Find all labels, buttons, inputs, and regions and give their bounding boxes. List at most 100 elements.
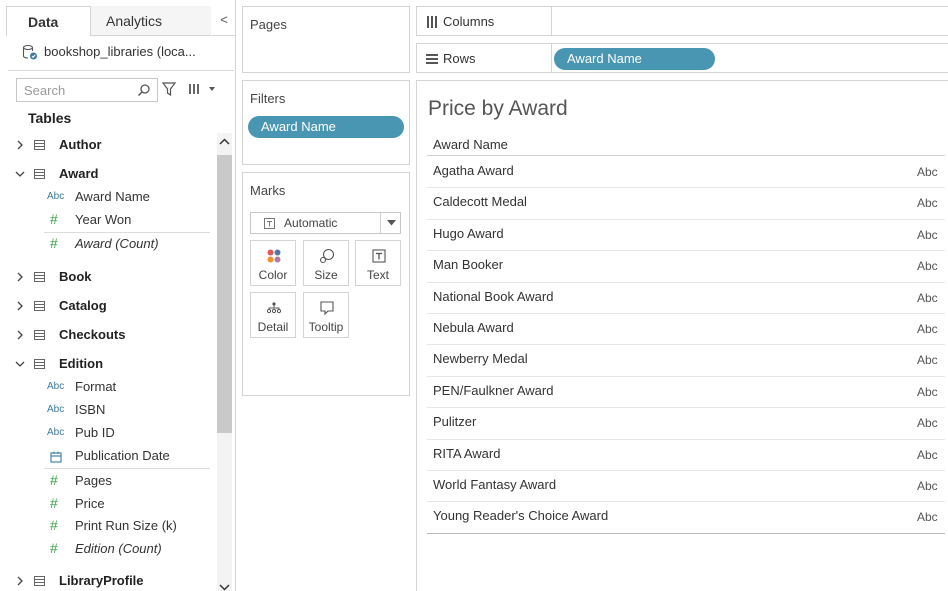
mark-button-label: Size	[314, 268, 338, 282]
rows-shelf[interactable]: Award Name	[552, 43, 948, 73]
table-edition[interactable]: Edition	[0, 354, 215, 376]
field-label: Format	[75, 379, 117, 394]
string-type-icon: Abc	[47, 191, 65, 202]
award-name-cell[interactable]: World Fantasy Award	[433, 477, 556, 492]
award-name-cell[interactable]: Pulitzer	[433, 414, 476, 429]
scroll-down-icon[interactable]	[219, 583, 230, 591]
rows-shelf-label: Rows	[416, 43, 552, 73]
rows-pill-award-name[interactable]: Award Name	[554, 48, 715, 70]
award-name-cell[interactable]: Young Reader's Choice Award	[433, 508, 608, 523]
field-print-run-size[interactable]: # Print Run Size (k)	[0, 516, 215, 538]
mark-type-label: Automatic	[284, 216, 338, 230]
scrollbar[interactable]	[217, 133, 232, 591]
field-label: Award Name	[75, 189, 150, 204]
size-button[interactable]: Size	[303, 240, 349, 286]
abc-placeholder: Abc	[917, 290, 938, 305]
search-input[interactable]: Search	[16, 78, 158, 102]
tooltip-button[interactable]: Tooltip	[303, 292, 349, 338]
tab-analytics[interactable]: Analytics	[91, 6, 211, 36]
abc-placeholder: Abc	[917, 510, 938, 525]
mark-button-label: Detail	[257, 320, 289, 334]
detail-button[interactable]: Detail	[250, 292, 296, 338]
field-award-name[interactable]: Abc Award Name	[0, 187, 215, 209]
number-type-icon: #	[50, 517, 58, 533]
field-label: Print Run Size (k)	[75, 518, 177, 533]
table-catalog[interactable]: Catalog	[0, 296, 215, 318]
pane-tabs: Data Analytics <	[0, 6, 236, 36]
collapse-pane-button[interactable]: <	[212, 6, 236, 36]
color-button[interactable]: Color	[250, 240, 296, 286]
table-label: Edition	[59, 356, 104, 371]
table-author[interactable]: Author	[0, 135, 215, 157]
table-icon	[34, 576, 45, 586]
tab-data[interactable]: Data	[6, 6, 91, 36]
columns-shelf[interactable]	[552, 6, 948, 36]
award-name-cell[interactable]: National Book Award	[433, 289, 553, 304]
number-type-icon: #	[50, 235, 58, 251]
table-libraryprofile[interactable]: LibraryProfile	[0, 571, 215, 591]
abc-placeholder: Abc	[917, 322, 938, 336]
award-name-cell[interactable]: Caldecott Medal	[433, 194, 527, 209]
award-name-cell[interactable]: RITA Award	[433, 446, 500, 461]
table-label: Checkouts	[59, 327, 126, 342]
field-label: Award (Count)	[75, 236, 159, 251]
field-label: Publication Date	[75, 448, 170, 463]
field-pub-id[interactable]: Abc Pub ID	[0, 423, 215, 445]
chevron-right-icon[interactable]	[14, 138, 26, 152]
abc-placeholder: Abc	[917, 165, 938, 179]
divider	[44, 232, 210, 233]
field-format[interactable]: Abc Format	[0, 377, 215, 399]
row-divider	[427, 407, 945, 409]
row-divider	[427, 375, 945, 377]
search-placeholder: Search	[24, 83, 66, 98]
award-name-cell[interactable]: PEN/Faulkner Award	[433, 383, 553, 398]
scroll-up-icon[interactable]	[219, 137, 230, 147]
field-year-won[interactable]: # Year Won	[0, 210, 215, 232]
rows-icon	[426, 54, 438, 64]
filters-card[interactable]: Filters Award Name	[242, 80, 410, 165]
chevron-down-icon[interactable]	[14, 167, 26, 181]
award-name-cell[interactable]: Newberry Medal	[433, 351, 528, 366]
data-pane: Data Analytics < bookshop_libraries (loc…	[0, 0, 236, 591]
table-label: Award	[59, 166, 99, 181]
row-divider	[427, 313, 945, 314]
award-name-cell[interactable]: Man Booker	[433, 257, 503, 272]
award-name-cell[interactable]: Hugo Award	[433, 226, 504, 241]
mark-button-label: Color	[258, 268, 288, 282]
field-pages[interactable]: # Pages	[0, 471, 215, 493]
table-award[interactable]: Award	[0, 164, 215, 186]
abc-placeholder: Abc	[917, 416, 938, 431]
pages-card[interactable]: Pages	[242, 6, 410, 73]
field-award-count[interactable]: # Award (Count)	[0, 234, 215, 256]
field-publication-date[interactable]: Publication Date	[0, 446, 215, 468]
award-name-cell[interactable]: Agatha Award	[433, 163, 514, 178]
table-icon	[34, 301, 45, 311]
field-isbn[interactable]: Abc ISBN	[0, 400, 215, 422]
scroll-thumb[interactable]	[217, 155, 232, 433]
chevron-right-icon[interactable]	[14, 328, 26, 342]
mark-type-dropdown[interactable]: Automatic	[250, 212, 401, 234]
field-label: Pub ID	[75, 425, 115, 440]
field-edition-count[interactable]: # Edition (Count)	[0, 539, 215, 561]
award-name-cell[interactable]: Nebula Award	[433, 320, 514, 335]
chevron-right-icon[interactable]	[14, 574, 26, 588]
text-button[interactable]: Text	[355, 240, 401, 286]
calendar-icon	[50, 451, 62, 463]
table-checkouts[interactable]: Checkouts	[0, 325, 215, 347]
field-price[interactable]: # Price	[0, 494, 215, 516]
filter-icon[interactable]	[161, 81, 177, 97]
chevron-down-icon[interactable]	[14, 357, 26, 371]
detail-icon	[266, 302, 282, 314]
shelf-label: Columns	[443, 14, 495, 29]
view-title: Price by Award	[428, 97, 568, 120]
abc-placeholder: Abc	[917, 353, 938, 368]
chevron-right-icon[interactable]	[14, 299, 26, 313]
filter-pill-award-name[interactable]: Award Name	[248, 116, 404, 138]
column-header[interactable]: Award Name	[433, 137, 508, 152]
chevron-right-icon[interactable]	[14, 270, 26, 284]
row-divider	[427, 281, 945, 283]
table-book[interactable]: Book	[0, 267, 215, 289]
view-options-icon[interactable]	[188, 82, 218, 96]
table-icon	[34, 169, 45, 179]
table-icon	[34, 140, 45, 150]
